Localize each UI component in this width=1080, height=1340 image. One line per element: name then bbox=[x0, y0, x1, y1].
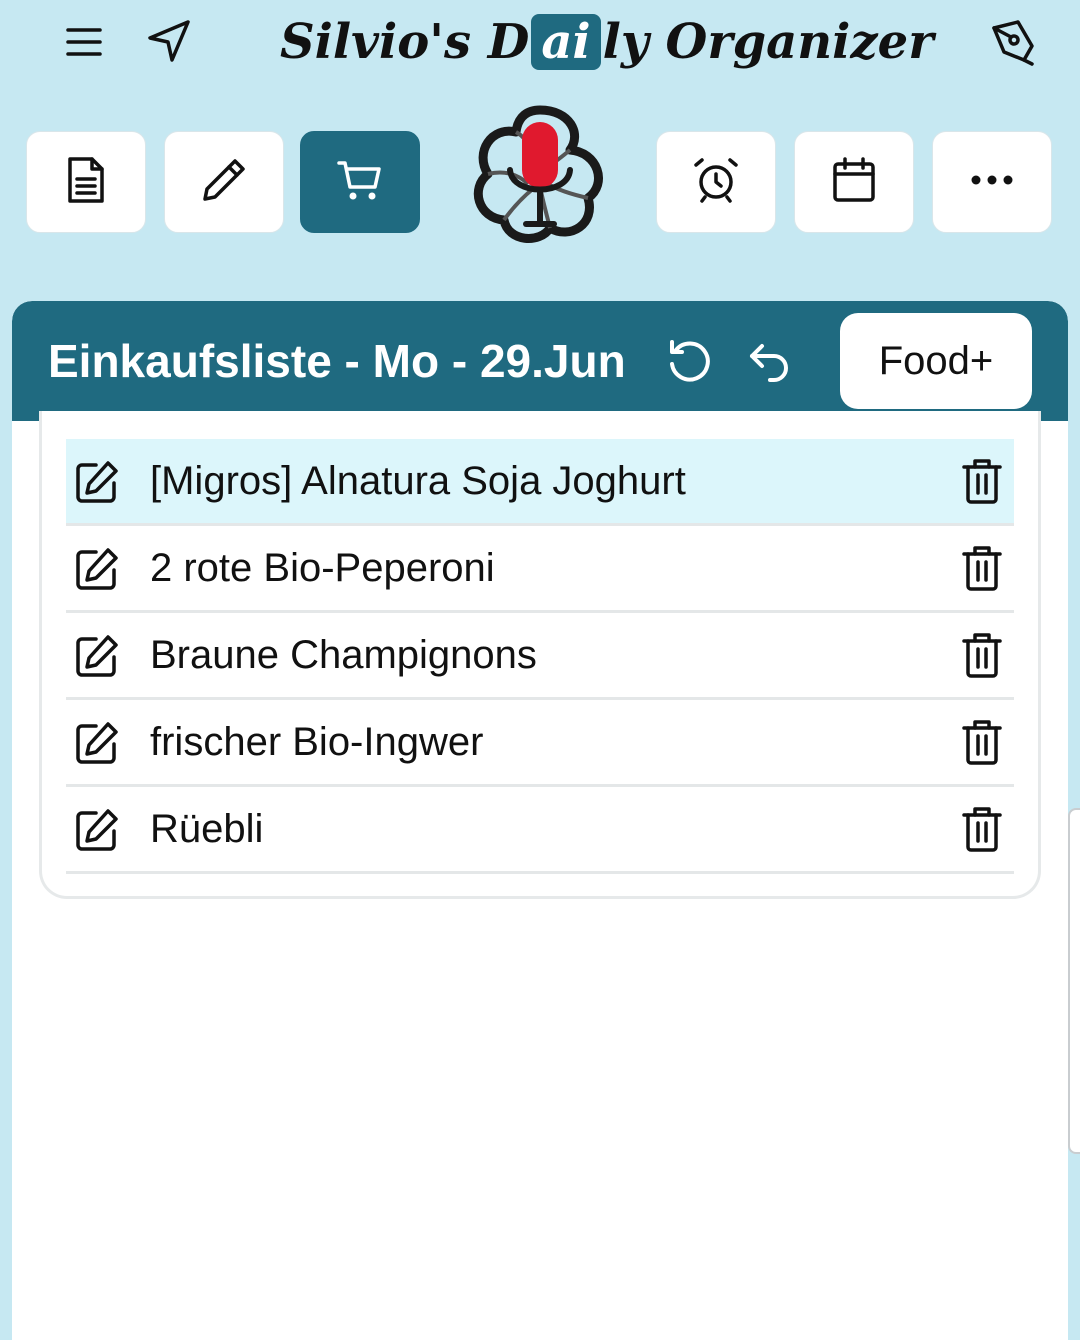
edit-mode-button[interactable] bbox=[164, 131, 284, 233]
shopping-cart-icon bbox=[335, 155, 385, 210]
app-title: Silvio's Dai ly Organizer bbox=[280, 8, 934, 76]
edit-icon[interactable] bbox=[74, 546, 120, 597]
list-item[interactable]: Braune Champignons bbox=[66, 613, 1014, 700]
shopping-list: [Migros] Alnatura Soja Joghurt 2 rote Bi… bbox=[66, 439, 1014, 874]
top-bar: Silvio's Dai ly Organizer bbox=[0, 0, 1080, 85]
alarm-button[interactable] bbox=[656, 131, 776, 233]
alarm-clock-icon bbox=[691, 155, 741, 210]
edit-icon[interactable] bbox=[74, 720, 120, 771]
list-item[interactable]: Rüebli bbox=[66, 787, 1014, 874]
edit-icon[interactable] bbox=[74, 633, 120, 684]
calendar-button[interactable] bbox=[794, 131, 914, 233]
menu-icon[interactable] bbox=[60, 18, 108, 66]
document-icon bbox=[64, 155, 108, 210]
list-item-label: Rüebli bbox=[150, 807, 264, 851]
trash-icon[interactable] bbox=[962, 544, 1002, 597]
list-item[interactable]: [Migros] Alnatura Soja Joghurt bbox=[66, 439, 1014, 526]
food-add-button[interactable]: Food+ bbox=[840, 313, 1032, 409]
trash-icon[interactable] bbox=[962, 805, 1002, 858]
shopping-cart-button[interactable] bbox=[300, 131, 420, 233]
calendar-icon bbox=[829, 155, 879, 210]
panel-header: Einkaufsliste - Mo - 29.Jun Food+ bbox=[12, 301, 1068, 421]
shopping-list-panel: Einkaufsliste - Mo - 29.Jun Food+ [Migro… bbox=[12, 301, 1068, 1340]
microphone-ai-logo[interactable] bbox=[470, 100, 610, 244]
edit-icon[interactable] bbox=[74, 807, 120, 858]
trash-icon[interactable] bbox=[962, 631, 1002, 684]
list-item-label: frischer Bio-Ingwer bbox=[150, 720, 484, 764]
app-title-ai-highlight: ai bbox=[531, 14, 601, 70]
pencil-icon bbox=[199, 155, 249, 210]
list-item[interactable]: 2 rote Bio-Peperoni bbox=[66, 526, 1014, 613]
notes-button[interactable] bbox=[26, 131, 146, 233]
more-button[interactable] bbox=[932, 131, 1052, 233]
list-item[interactable]: frischer Bio-Ingwer bbox=[66, 700, 1014, 787]
trash-icon[interactable] bbox=[962, 718, 1002, 771]
list-item-label: [Migros] Alnatura Soja Joghurt bbox=[150, 459, 686, 503]
navigation-arrow-icon[interactable] bbox=[144, 16, 194, 66]
undo-icon[interactable] bbox=[746, 336, 794, 391]
edit-icon[interactable] bbox=[74, 459, 120, 510]
list-item-label: 2 rote Bio-Peperoni bbox=[150, 546, 495, 590]
pen-tool-icon[interactable] bbox=[986, 16, 1040, 70]
app-title-suffix: ly Organizer bbox=[602, 14, 934, 70]
list-item-label: Braune Champignons bbox=[150, 633, 537, 677]
trash-icon[interactable] bbox=[962, 457, 1002, 510]
app-title-prefix: Silvio's D bbox=[280, 14, 530, 70]
refresh-icon[interactable] bbox=[666, 336, 714, 391]
scrollbar-thumb[interactable] bbox=[1068, 808, 1080, 1154]
shopping-list-title: Einkaufsliste - Mo - 29.Jun bbox=[48, 335, 626, 387]
more-horizontal-icon bbox=[970, 173, 1014, 191]
